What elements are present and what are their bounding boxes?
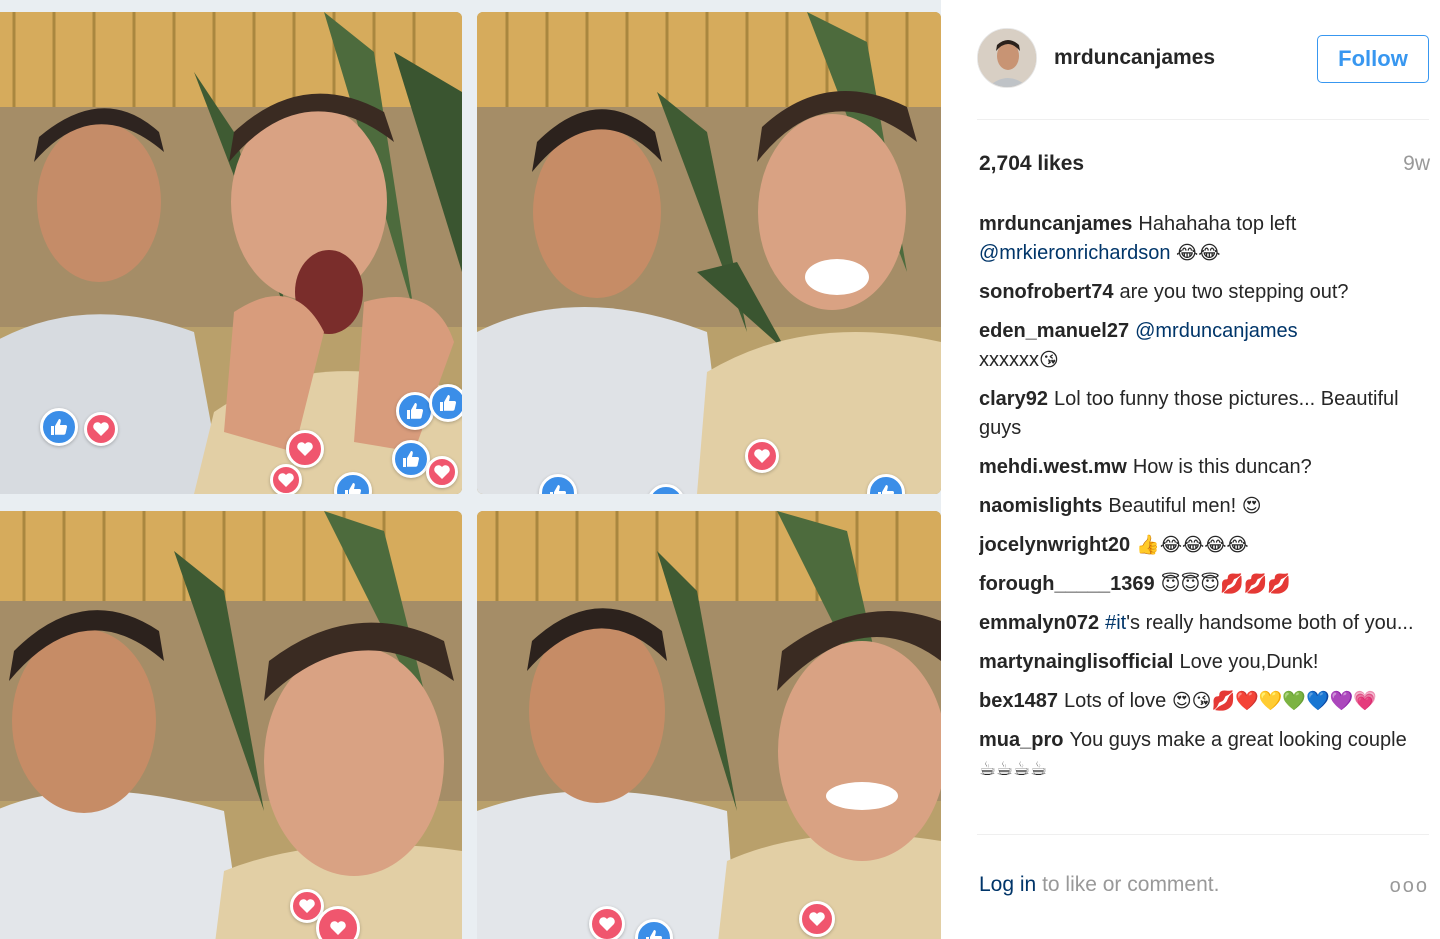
follow-button[interactable]: Follow [1317,35,1429,83]
comment: eden_manuel27 @mrduncanjames xxxxxx😘 [979,317,1425,375]
comment-username[interactable]: martynainglisofficial [979,651,1174,673]
heart-icon [270,464,302,494]
divider [977,834,1429,835]
thumbs-up-icon [392,440,430,478]
comment-username[interactable]: mrduncanjames [979,213,1132,235]
comments-list: mrduncanjames Hahahaha top left @mrkieron… [979,210,1425,832]
thumbs-up-icon [396,392,434,430]
comment: naomislights Beautiful men! 😍 [979,492,1425,521]
comment-emoji: 👍😂😂😂😂 [1136,534,1249,556]
comment: mehdi.west.mw How is this duncan? [979,453,1425,482]
login-prompt-text: to like or comment. [1042,873,1220,896]
heart-icon [84,412,118,446]
photo-scene [0,511,462,939]
comment-text: Love you,Dunk! [1179,651,1319,673]
photo-tile-top-left [0,12,462,494]
heart-icon [589,906,625,939]
post-header: mrduncanjames Follow [977,28,1429,90]
post-time-ago[interactable]: 9w [1403,152,1430,176]
photo-tile-top-right [477,12,941,494]
comment: sonofrobert74 are you two stepping out? [979,278,1425,307]
heart-icon [426,456,458,488]
comment-emoji: 😇😇😇💋💋💋 [1160,573,1292,595]
photo-scene [477,511,941,939]
comment: martynainglisofficial Love you,Dunk! [979,648,1425,677]
comment-username[interactable]: jocelynwright20 [979,534,1130,556]
comment-username[interactable]: bex1487 [979,690,1058,712]
comment-text: Lots of love [1063,690,1167,712]
like-count[interactable]: 2,704 likes [979,152,1084,176]
thumbs-up-icon [429,384,462,422]
comment-emoji: 😍😘💋❤️💛💚💙💜💗 [1171,690,1378,712]
post-photo[interactable] [0,0,941,939]
comment-username[interactable]: mehdi.west.mw [979,456,1127,478]
comment-text: You guys make a great looking couple [1069,729,1407,751]
more-options-icon[interactable]: ooo [1390,875,1429,898]
comment: mrduncanjames Hahahaha top left @mrkieron… [979,210,1425,268]
avatar[interactable] [977,28,1037,88]
comment: clary92 Lol too funny those pictures... B… [979,385,1425,443]
comment-text: are you two stepping out? [1119,281,1349,303]
comment: forough_____1369 😇😇😇💋💋💋 [979,570,1425,599]
comment-text: Hahahaha top left [1138,213,1297,235]
comment-emoji: ☕☕☕☕ [979,758,1048,780]
comment-username[interactable]: naomislights [979,495,1102,517]
divider [977,119,1429,120]
comment-emoji: 😂😂 [1176,242,1221,264]
thumbs-up-icon [40,408,78,446]
comment-text: xxxxxx [979,349,1039,371]
heart-icon [286,430,324,468]
post-username[interactable]: mrduncanjames [1054,46,1215,70]
comment: mua_pro You guys make a great looking cou… [979,726,1425,784]
comment-username[interactable]: eden_manuel27 [979,320,1129,342]
comment: emmalyn072 #it's really handsome both of … [979,609,1425,638]
heart-icon [745,439,779,473]
photo-scene [477,12,941,494]
photo-tile-bottom-right [477,511,941,939]
comment-text: 's really handsome both of you... [1126,612,1414,634]
comment-username[interactable]: clary92 [979,388,1048,410]
comment-mention[interactable]: @mrkieronrichardson [979,242,1170,264]
comment-text: Beautiful men! [1108,495,1237,517]
comment-mention[interactable]: @mrduncanjames [1135,320,1298,342]
post-side-panel: mrduncanjames Follow 2,704 likes 9w mrdu… [941,0,1440,939]
comment-text: How is this duncan? [1132,456,1312,478]
heart-icon [799,901,835,937]
comment-username[interactable]: forough_____1369 [979,573,1155,595]
comment-username[interactable]: mua_pro [979,729,1063,751]
comment-username[interactable]: emmalyn072 [979,612,1099,634]
comment-emoji: 😘 [1039,349,1059,371]
comment-emoji: 😍 [1241,495,1262,517]
comment: jocelynwright20 👍😂😂😂😂 [979,531,1425,560]
login-link[interactable]: Log in [979,873,1036,896]
comment-hashtag[interactable]: #it [1105,612,1126,634]
post-footer: Log in to like or comment. ooo [979,873,1429,903]
comment-username[interactable]: sonofrobert74 [979,281,1113,303]
comment: bex1487 Lots of love 😍😘💋❤️💛💚💙💜💗 [979,687,1425,716]
photo-tile-bottom-left [0,511,462,939]
avatar-image [978,29,1036,87]
